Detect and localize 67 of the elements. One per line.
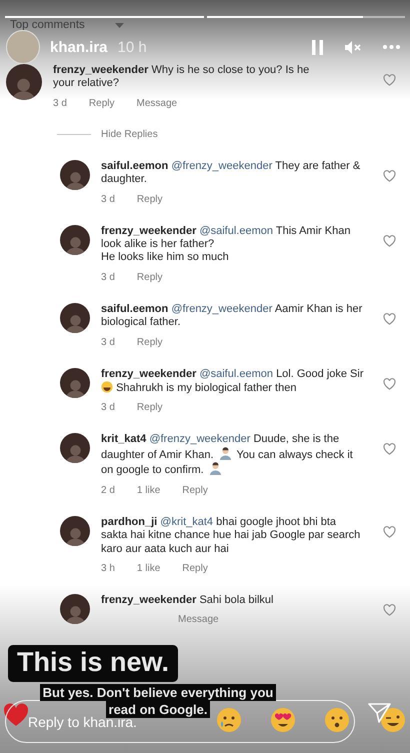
comment-meta[interactable]: 3 d <box>101 272 115 283</box>
comment-meta[interactable]: 2 d <box>101 484 115 496</box>
like-heart-icon[interactable] <box>383 74 396 86</box>
like-heart-icon[interactable] <box>383 526 396 538</box>
mention-link[interactable]: @saiful.eemon <box>199 224 273 237</box>
comment-meta[interactable]: Reply <box>182 562 208 574</box>
laughing-face-icon <box>101 381 113 394</box>
crying-face-icon[interactable] <box>216 707 242 733</box>
comment-meta[interactable]: Reply <box>182 484 208 496</box>
comment-meta[interactable]: 3 d <box>101 194 115 205</box>
headline-text: This is new. <box>8 645 178 682</box>
comment-meta[interactable]: 3 h <box>101 562 115 574</box>
mention-link[interactable]: @frenzy_weekender <box>149 433 250 446</box>
story-time: 10 h <box>118 38 148 56</box>
comment-meta[interactable]: 3 d <box>101 336 115 348</box>
comment-text: frenzy_weekender @saiful.eemon Lol. Good joke Sir Shahrukh is my biological father then <box>101 368 364 396</box>
comment-text: frenzy_weekender @saiful.eemon This Amir Khan look alike is her father? He looks like him so much <box>101 224 352 265</box>
sort-label[interactable]: Top comments <box>10 19 85 31</box>
person-icon <box>208 462 222 476</box>
avatar[interactable] <box>60 516 90 546</box>
mention-link[interactable]: @frenzy_weekender <box>171 302 272 315</box>
comment-text: saiful.eemon @frenzy_weekender They are father & daughter. <box>101 160 362 187</box>
comment-meta[interactable]: Reply <box>136 272 162 283</box>
comment-meta[interactable]: Reply <box>136 402 162 414</box>
avatar[interactable] <box>60 368 90 398</box>
comment-text: saiful.eemon @frenzy_weekender Aamir Khan is her biological father. <box>101 302 364 330</box>
like-heart-icon[interactable] <box>383 604 396 616</box>
caption-text: read on Google. <box>106 701 210 718</box>
like-heart-icon[interactable] <box>383 378 396 390</box>
pause-icon[interactable] <box>312 40 323 54</box>
avatar[interactable] <box>60 224 90 255</box>
comment-meta[interactable]: 1 like <box>136 562 160 574</box>
caret-icon[interactable] <box>114 22 124 28</box>
heart-icon[interactable] <box>3 703 29 727</box>
comment-text: frenzy_weekender Sahi bola bilkul <box>101 594 274 608</box>
comment-meta[interactable]: Message <box>178 614 219 626</box>
caption-text: But yes. Don't believe everything you <box>40 684 276 701</box>
avatar[interactable] <box>60 302 90 333</box>
comment-meta[interactable]: Reply <box>136 194 162 205</box>
comment-meta[interactable]: 3 d <box>53 98 67 109</box>
heart-eyes-face-icon[interactable] <box>270 707 296 733</box>
send-icon[interactable] <box>368 702 391 724</box>
comment-meta[interactable]: 3 d <box>101 402 115 414</box>
like-heart-icon[interactable] <box>383 234 396 247</box>
avatar[interactable] <box>60 160 90 190</box>
like-heart-icon[interactable] <box>383 443 396 456</box>
surprised-face-icon[interactable] <box>324 707 350 733</box>
more-icon[interactable] <box>383 45 400 49</box>
comment-meta[interactable]: Reply <box>88 98 114 109</box>
mute-icon[interactable] <box>345 40 361 54</box>
comment-text: pardhon_ji @krit_kat4 bhai google jhoot bhi bta sakta hai kitne chance hue hai jab Google par search karo aur aata kuch aur hai <box>101 516 362 556</box>
comment-text: krit_kat4 @frenzy_weekender Duude, she is the daughter of Amir Khan. You can always check it on google to confirm. <box>101 433 354 478</box>
avatar[interactable] <box>60 433 90 464</box>
comment-meta[interactable]: 1 like <box>136 484 160 496</box>
avatar[interactable] <box>6 64 42 100</box>
like-heart-icon[interactable] <box>383 312 396 325</box>
mention-link[interactable]: @frenzy_weekender <box>171 160 272 172</box>
comment-meta[interactable]: Message <box>136 98 178 109</box>
hide-replies-button[interactable]: Hide Replies <box>101 128 158 140</box>
like-heart-icon[interactable] <box>383 170 396 182</box>
comment-meta[interactable]: Reply <box>136 336 162 348</box>
comment-text: frenzy_weekender Why is he so close to you? Is he your relative? <box>53 64 310 91</box>
avatar[interactable] <box>60 594 90 624</box>
winking-face-icon[interactable] <box>380 707 406 733</box>
person-icon <box>218 446 232 460</box>
mention-link[interactable]: @krit_kat4 <box>160 516 214 528</box>
mention-link[interactable]: @saiful.eemon <box>199 368 273 380</box>
